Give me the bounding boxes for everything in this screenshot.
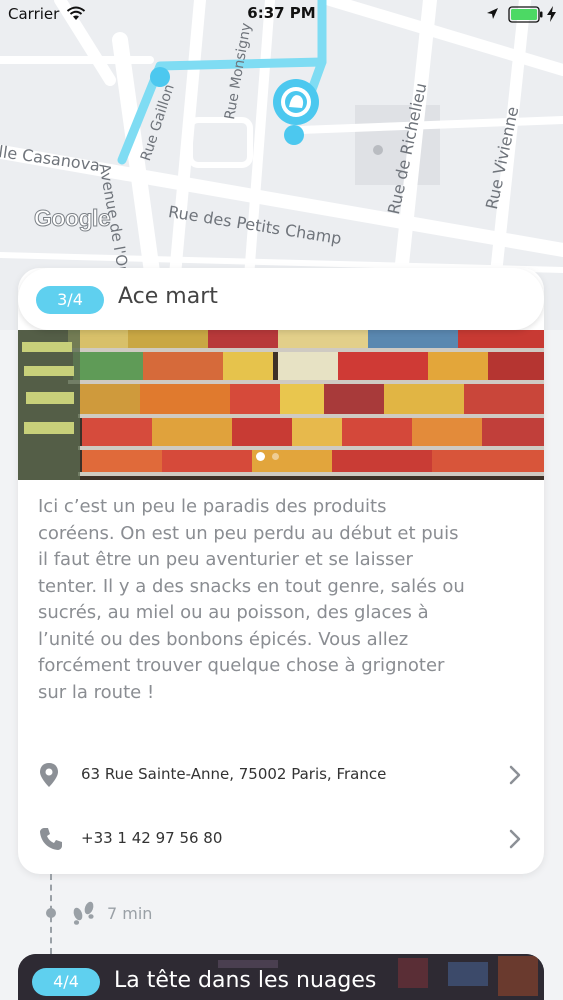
description-line: il faut être un peu aventurier et se lai… [38,549,413,570]
map-pin-icon [40,763,58,787]
address-row[interactable]: 63 Rue Sainte-Anne, 75002 Paris, France [18,744,544,806]
google-logo: Google [33,205,111,232]
footsteps-icon [73,901,94,925]
battery-icon [508,6,543,23]
photo-page-indicator[interactable] [272,453,279,460]
charging-icon [547,6,556,22]
description-line: sur la route ! [38,681,155,703]
clock: 6:37 PM [247,4,316,22]
walk-time: 7 min [107,904,153,923]
poi-card[interactable]: 3/4 Ace mart Ici c’est un peu le paradis… [18,268,544,874]
description-line: tenter. Il y a des snacks en tout genre,… [38,575,465,597]
poi-description: Ici c’est un peu le paradis des produits… [38,494,528,706]
status-bar: Carrier 6:37 PM [0,0,563,30]
step-badge: 3/4 [36,286,104,314]
description-line: sucrés, au miel ou au poisson, des glace… [38,602,429,623]
description-line: Ici c’est un peu le paradis des produits [38,496,387,517]
store-shelves-photo [18,330,544,480]
location-marker-icon [273,79,319,125]
next-poi-card[interactable]: 4/4 La tête dans les nuages [18,954,544,1000]
description-line: coréens. On est un peu perdu au début et… [38,522,459,544]
phone-icon [40,828,62,850]
chevron-right-icon[interactable] [508,828,522,850]
chevron-right-icon[interactable] [508,764,522,786]
poi-photo[interactable] [18,330,544,480]
next-poi-title: La tête dans les nuages [114,968,377,993]
phone-number: +33 1 42 97 56 80 [81,829,223,847]
timeline-dot [46,908,56,918]
description-line: forcément trouver quelque chose à grigno… [38,655,445,676]
poi-title: Ace mart [118,284,218,309]
description-line: l’unité ou des bonbons épicés. Vous alle… [38,628,409,650]
card-header[interactable]: 3/4 Ace mart [18,268,544,330]
phone-row[interactable]: +33 1 42 97 56 80 [18,808,544,870]
address-text: 63 Rue Sainte-Anne, 75002 Paris, France [81,765,387,783]
photo-page-indicator-active[interactable] [256,452,265,461]
step-badge: 4/4 [32,968,100,996]
location-arrow-icon [487,8,498,19]
